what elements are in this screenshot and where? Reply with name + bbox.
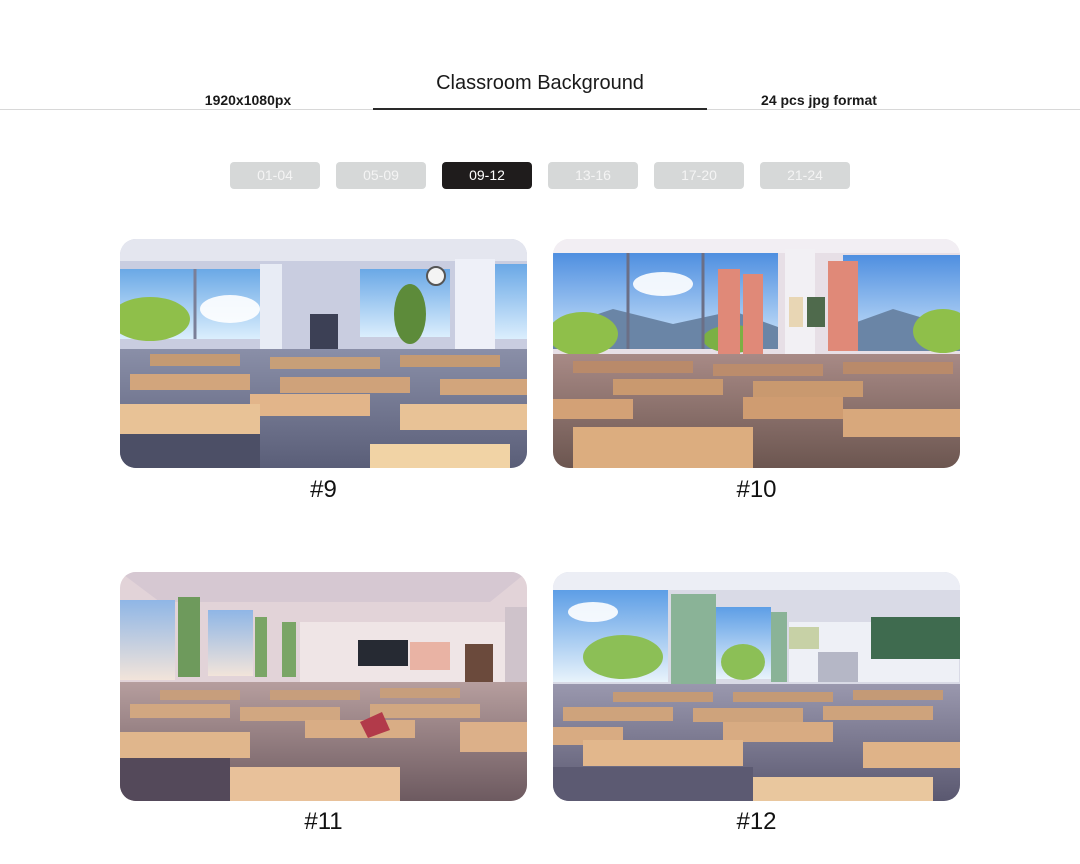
tab-13-16[interactable]: 13-16 [548, 162, 638, 189]
tab-01-04[interactable]: 01-04 [230, 162, 320, 189]
gallery-image-11[interactable] [120, 572, 527, 801]
classroom-illustration-12 [553, 572, 960, 801]
gallery-image-10[interactable] [553, 239, 960, 468]
classroom-illustration-10 [553, 239, 960, 468]
title-underline [373, 108, 707, 110]
page-header: 1920x1080px Classroom Background 24 pcs … [0, 0, 1080, 112]
image-caption-10: #10 [736, 476, 777, 503]
resolution-label: 1920x1080px [204, 92, 292, 108]
tab-17-20[interactable]: 17-20 [654, 162, 744, 189]
tab-21-24[interactable]: 21-24 [760, 162, 850, 189]
gallery-image-12[interactable] [553, 572, 960, 801]
format-label: 24 pcs jpg format [761, 92, 877, 108]
tab-09-12[interactable]: 09-12 [442, 162, 532, 189]
image-caption-11: #11 [304, 808, 343, 835]
classroom-illustration-9 [120, 239, 527, 468]
gallery-image-9[interactable] [120, 239, 527, 468]
image-caption-9: #9 [310, 476, 337, 503]
classroom-illustration-11 [120, 572, 527, 801]
tab-05-09[interactable]: 05-09 [336, 162, 426, 189]
image-caption-12: #12 [736, 808, 777, 835]
page-title: Classroom Background [436, 72, 644, 94]
